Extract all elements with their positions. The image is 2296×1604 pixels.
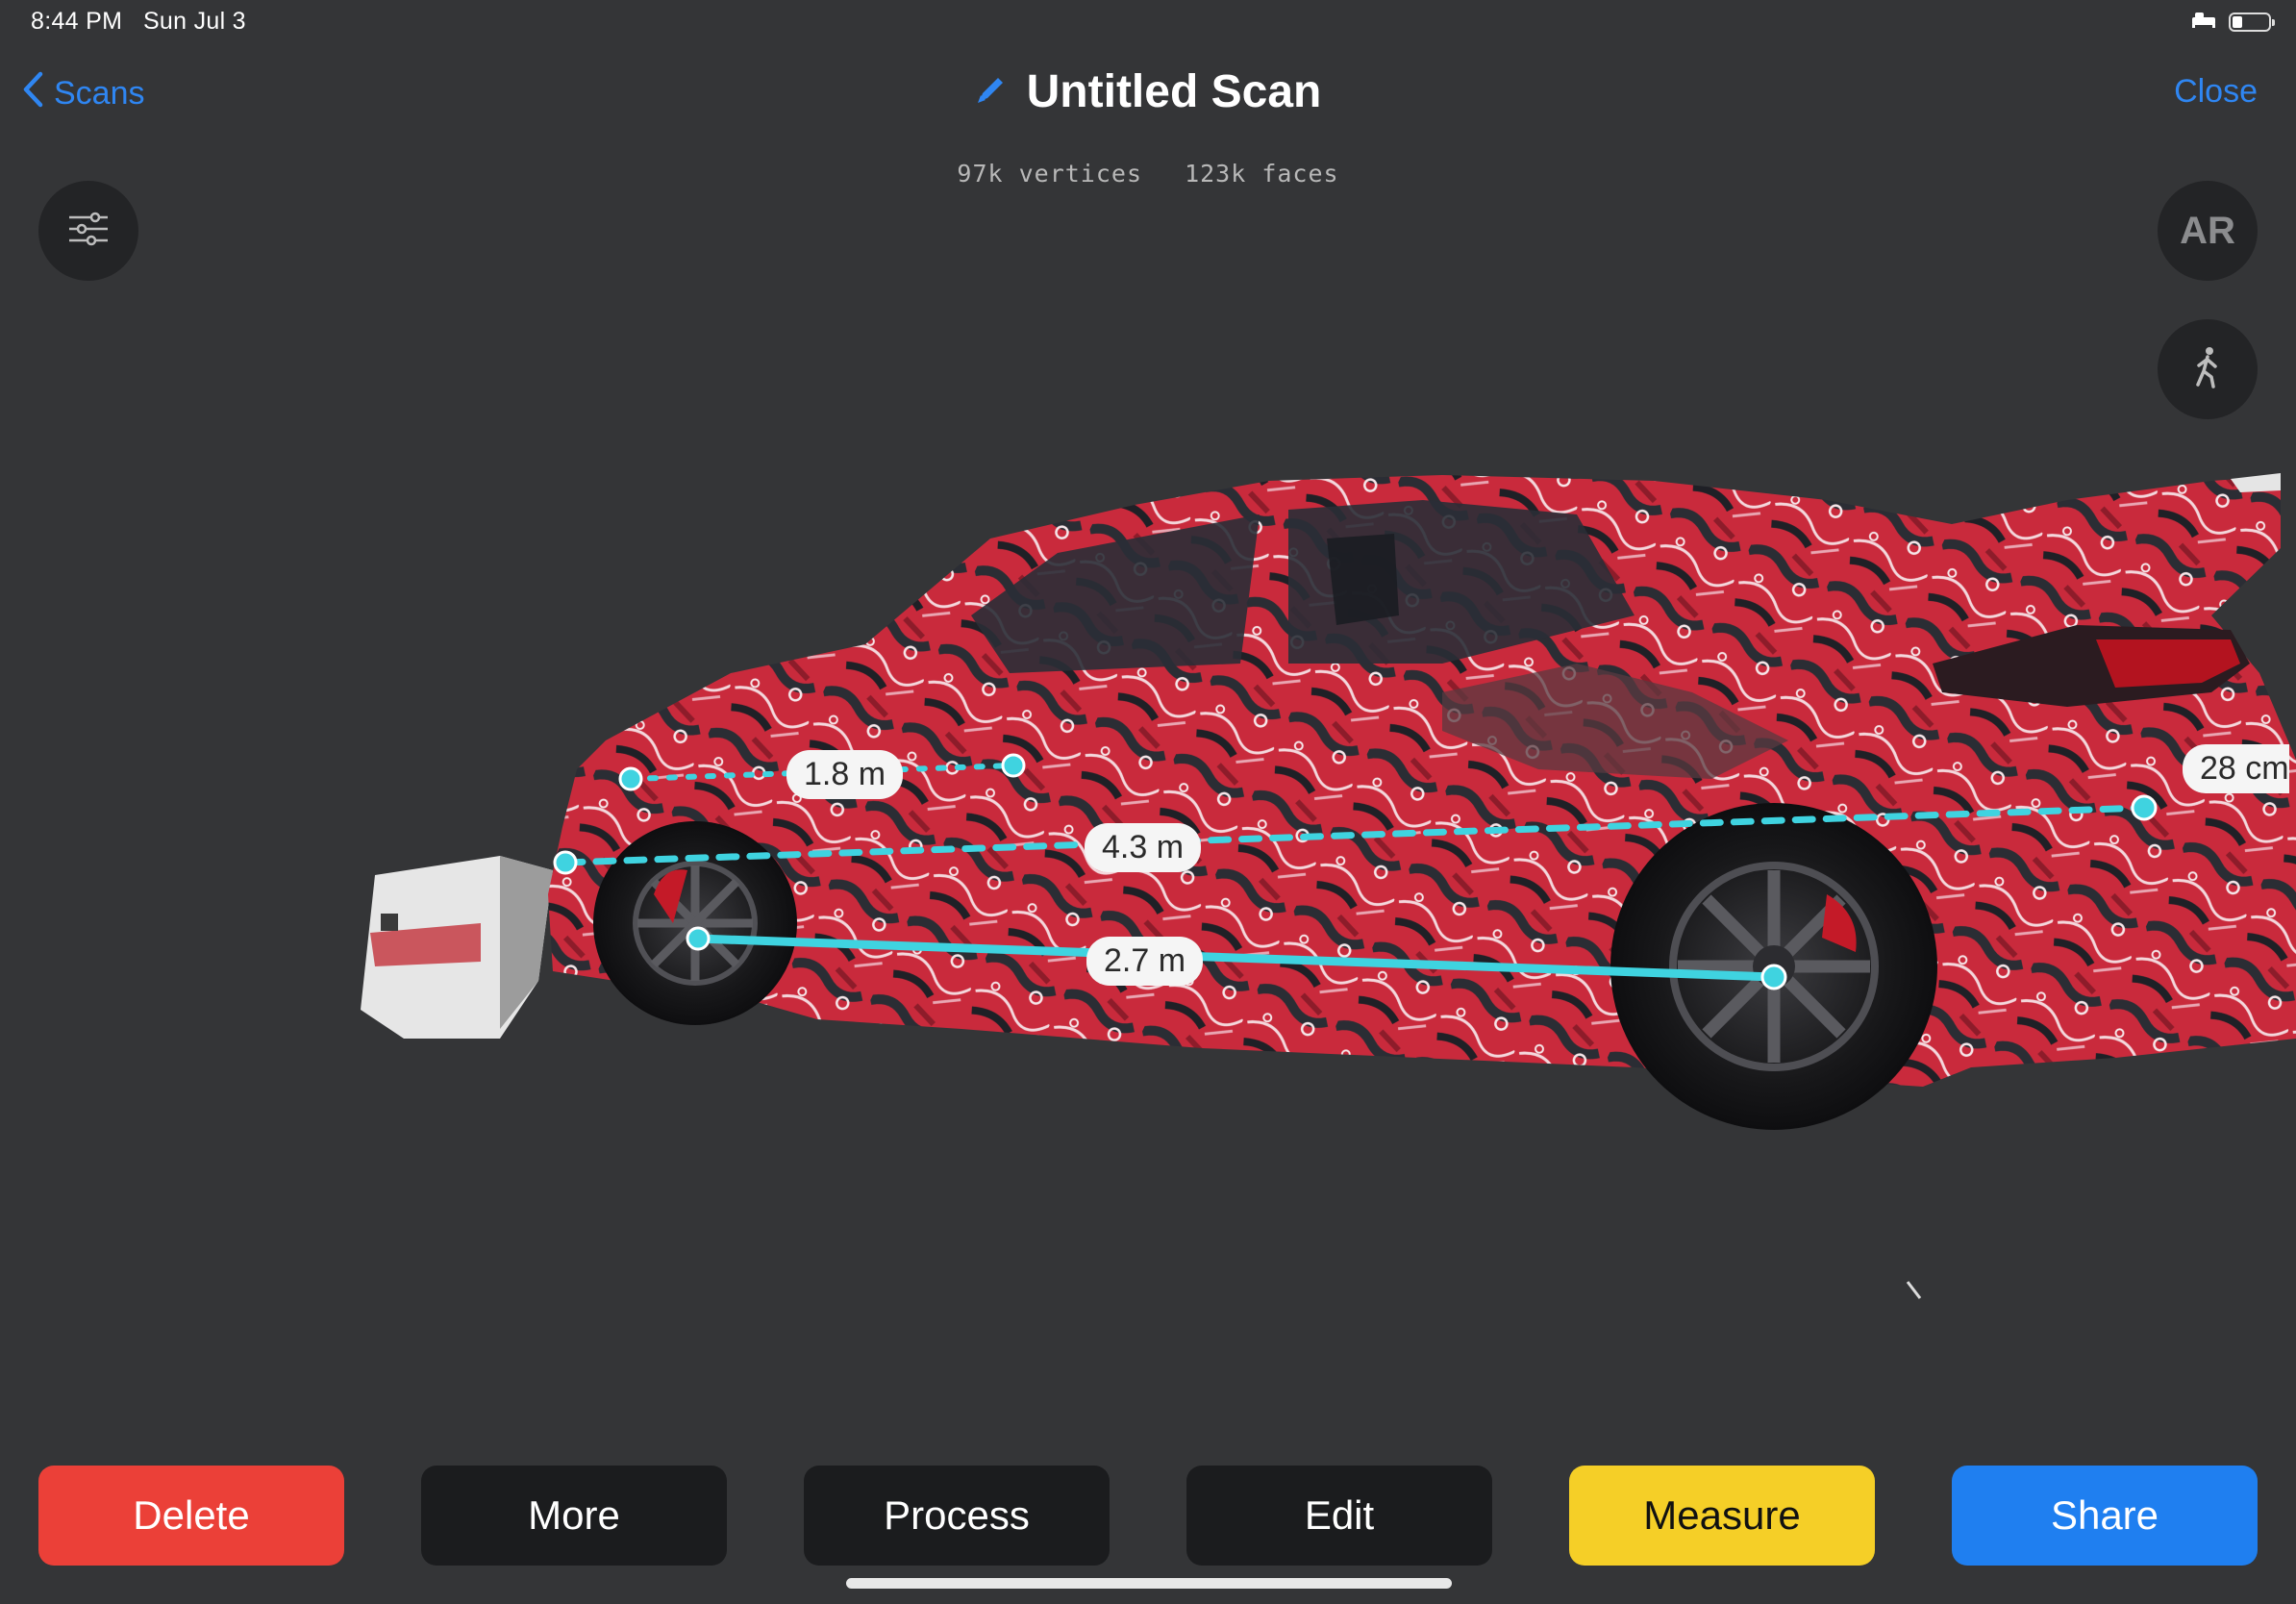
measurement-label[interactable]: 28 cm: [2183, 744, 2289, 793]
measurement-label[interactable]: 1.8 m: [786, 750, 904, 799]
home-indicator[interactable]: [846, 1578, 1452, 1589]
process-button[interactable]: Process: [804, 1466, 1110, 1566]
scanned-box: [361, 856, 553, 1039]
measurement-point[interactable]: [2131, 794, 2158, 821]
share-button[interactable]: Share: [1952, 1466, 2258, 1566]
pointer-mark: [1906, 1281, 1922, 1299]
measurement-label[interactable]: 2.7 m: [1086, 937, 1204, 986]
measurement-point[interactable]: [618, 766, 643, 791]
more-button[interactable]: More: [421, 1466, 727, 1566]
measure-button[interactable]: Measure: [1569, 1466, 1875, 1566]
measurement-label[interactable]: 4.3 m: [1085, 823, 1202, 872]
measurement-point[interactable]: [1001, 753, 1026, 778]
car-scan-model: [548, 473, 2296, 1130]
measurement-point[interactable]: [553, 850, 578, 875]
measurement-point[interactable]: [686, 926, 711, 951]
edit-button[interactable]: Edit: [1186, 1466, 1492, 1566]
measurement-point[interactable]: [1760, 964, 1787, 990]
delete-button[interactable]: Delete: [38, 1466, 344, 1566]
scan-viewport[interactable]: [0, 0, 2296, 1604]
